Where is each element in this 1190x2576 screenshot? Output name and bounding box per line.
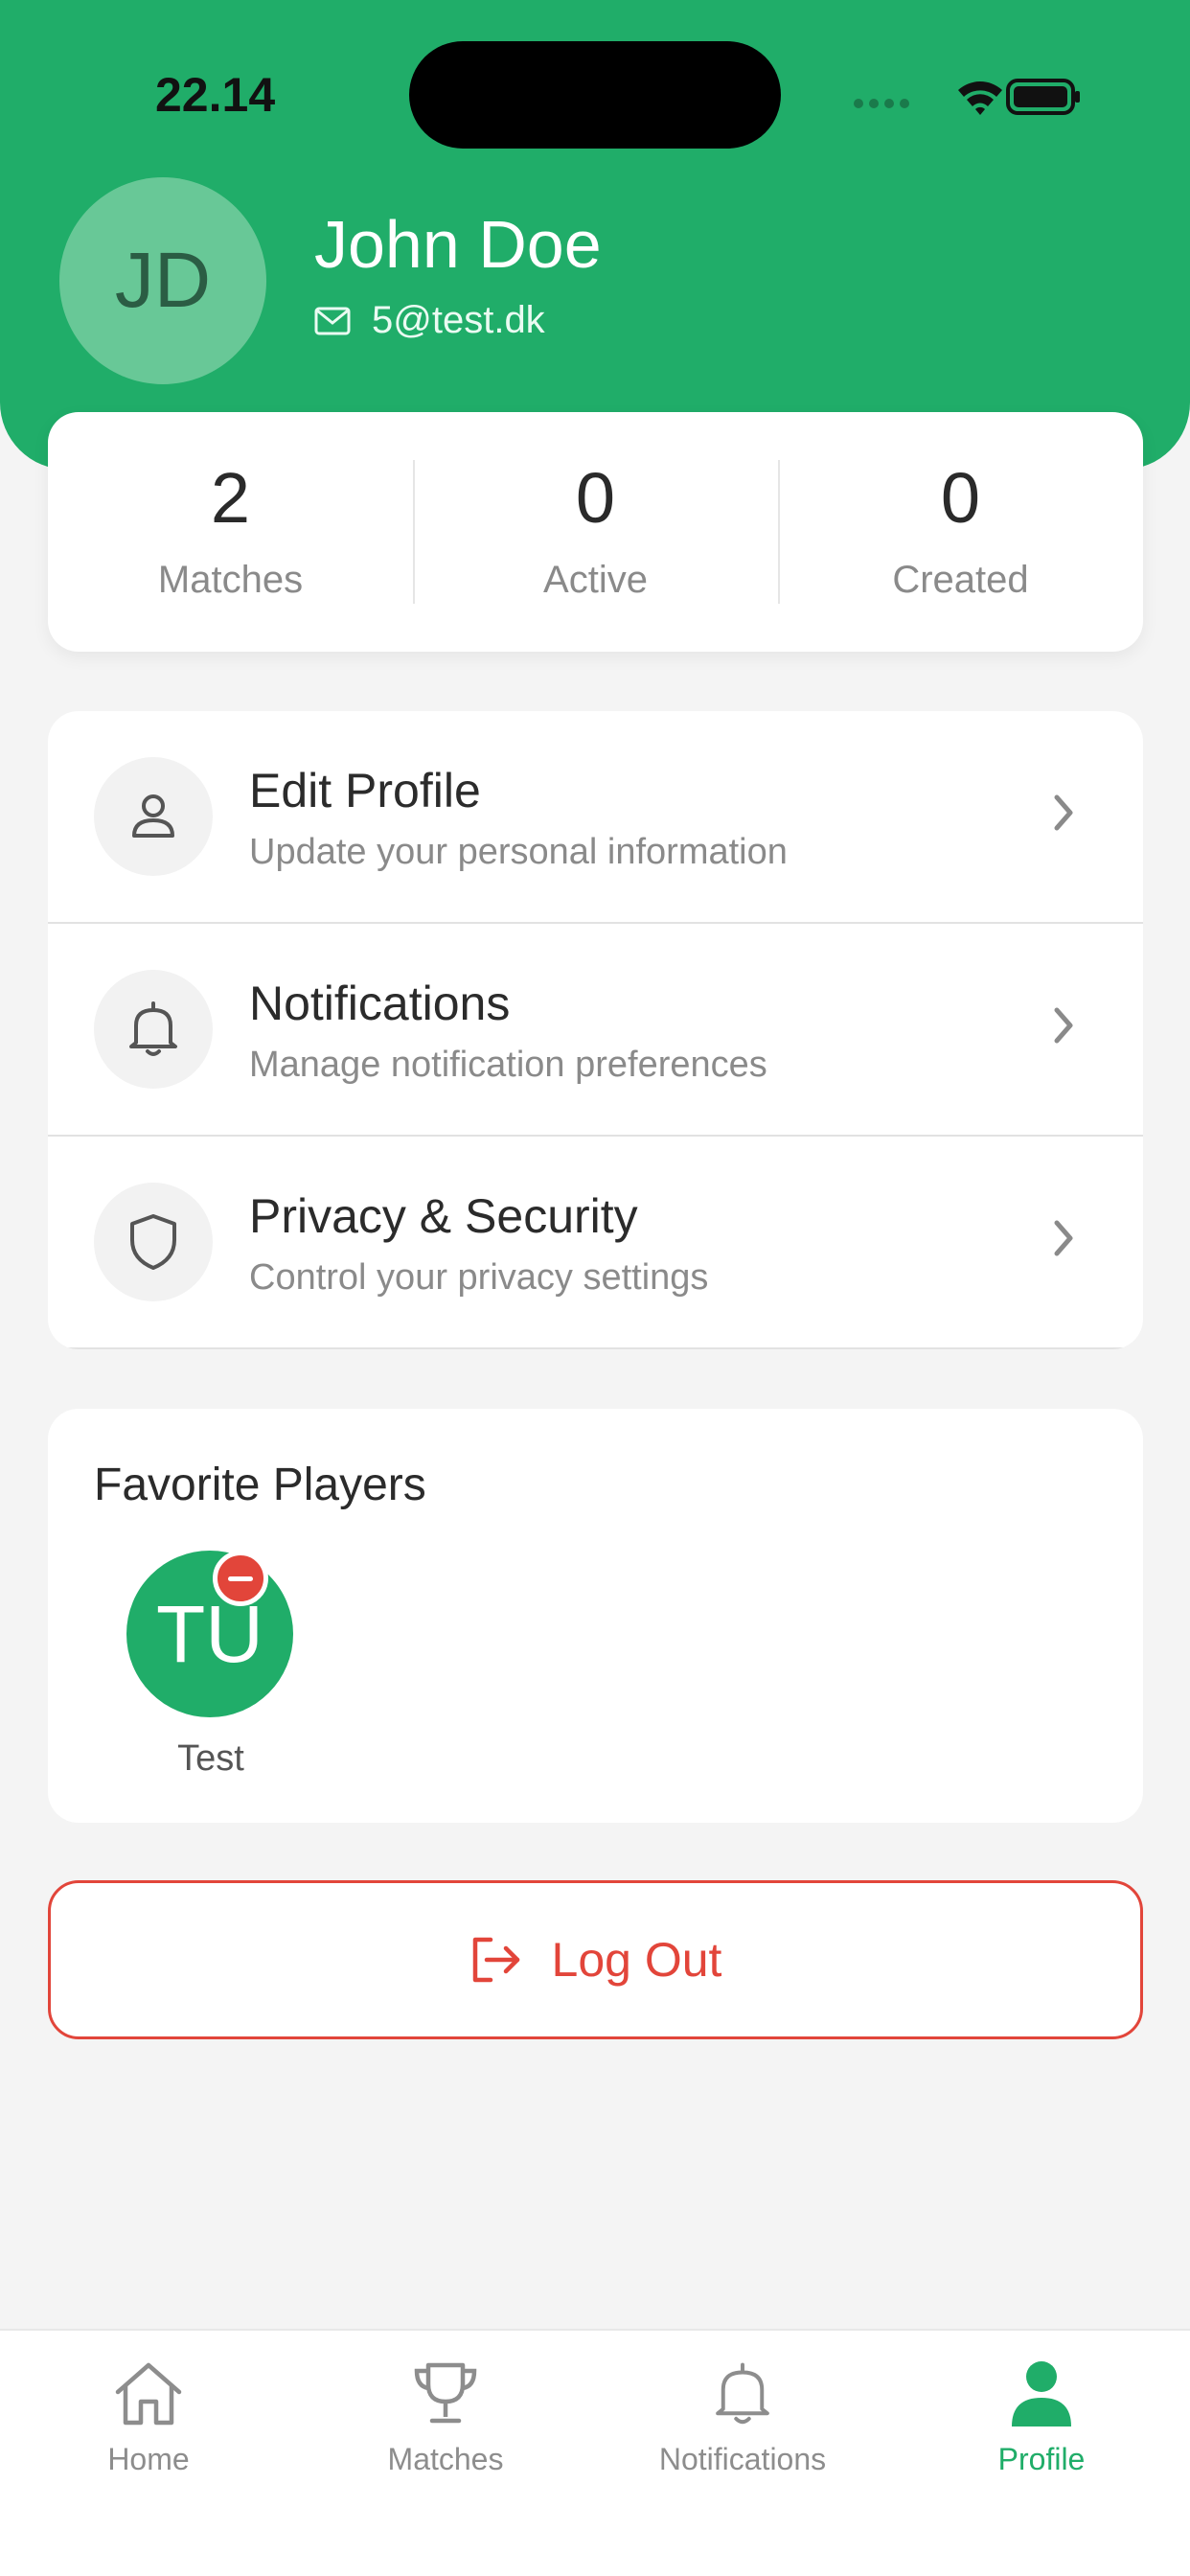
chevron-right-icon (1054, 794, 1073, 831)
dynamic-island (409, 41, 781, 149)
stats-card: 2 Matches 0 Active 0 Created (48, 412, 1143, 652)
favorite-players-card: Favorite Players TU Test (48, 1409, 1143, 1823)
menu-item-notifications[interactable]: Notifications Manage notification prefer… (48, 924, 1143, 1137)
user-name: John Doe (314, 207, 602, 282)
stat-value: 0 (940, 457, 981, 538)
stat-label: Matches (157, 558, 304, 601)
avatar-initials: JD (114, 237, 212, 324)
tab-label: Home (107, 2442, 190, 2476)
menu-title: Edit Profile (249, 764, 481, 817)
menu-title: Notifications (249, 977, 511, 1030)
tab-matches[interactable]: Matches (297, 2331, 594, 2522)
bell-icon (129, 1001, 177, 1056)
shield-icon (130, 1214, 176, 1270)
favorite-players-title: Favorite Players (94, 1460, 426, 1510)
user-email-row: 5@test.dk (314, 299, 545, 342)
person-icon (1012, 2361, 1071, 2426)
tab-label: Matches (387, 2442, 504, 2476)
tab-profile[interactable]: Profile (893, 2331, 1190, 2522)
trophy-icon (414, 2362, 477, 2424)
menu-icon-container (94, 1183, 213, 1301)
stat-value: 0 (575, 457, 616, 538)
home-icon (115, 2362, 182, 2426)
chevron-right-icon (1054, 1007, 1073, 1044)
profile-header: 22.14 JD John Doe 5@test.dk (0, 0, 1190, 470)
tab-home[interactable]: Home (0, 2331, 297, 2522)
minus-icon (228, 1576, 253, 1581)
wifi-icon (958, 81, 1002, 115)
logout-label: Log Out (551, 1933, 722, 1987)
player-name: Test (177, 1738, 244, 1779)
menu-item-privacy-security[interactable]: Privacy & Security Control your privacy … (48, 1137, 1143, 1349)
menu-icon-container (94, 970, 213, 1089)
stat-matches: 2 Matches (48, 412, 413, 652)
logout-button[interactable]: Log Out (48, 1880, 1143, 2039)
menu-item-edit-profile[interactable]: Edit Profile Update your personal inform… (48, 711, 1143, 924)
logout-icon (472, 1937, 519, 1983)
status-icons (854, 79, 1080, 115)
user-icon (132, 794, 174, 838)
chevron-right-icon (1054, 1220, 1073, 1256)
stat-value: 2 (210, 457, 251, 538)
menu-subtitle: Update your personal information (249, 832, 788, 872)
settings-menu: Edit Profile Update your personal inform… (48, 711, 1143, 1349)
bottom-tab-bar: Home Matches Notifications Profile (0, 2329, 1190, 2576)
profile-screen: 22.14 JD John Doe 5@test.dk 2 Matches 0 … (0, 0, 1190, 2576)
profile-avatar[interactable]: JD (59, 177, 266, 384)
favorite-player[interactable]: TU Test (126, 1551, 295, 1780)
bell-icon (716, 2362, 769, 2425)
menu-subtitle: Control your privacy settings (249, 1257, 709, 1298)
signal-icon (854, 99, 909, 108)
stat-created: 0 Created (778, 412, 1143, 652)
menu-title: Privacy & Security (249, 1189, 638, 1243)
tab-label: Profile (997, 2442, 1086, 2476)
stat-label: Created (892, 558, 1029, 601)
battery-icon (1006, 79, 1080, 115)
menu-icon-container (94, 757, 213, 876)
stat-label: Active (543, 558, 648, 601)
user-email: 5@test.dk (372, 299, 545, 341)
tab-notifications[interactable]: Notifications (594, 2331, 891, 2522)
menu-subtitle: Manage notification preferences (249, 1045, 767, 1085)
stat-active: 0 Active (413, 412, 778, 652)
status-time: 22.14 (155, 68, 276, 122)
tab-label: Notifications (658, 2442, 827, 2476)
remove-favorite-button[interactable] (213, 1551, 268, 1606)
mail-icon (314, 307, 351, 334)
